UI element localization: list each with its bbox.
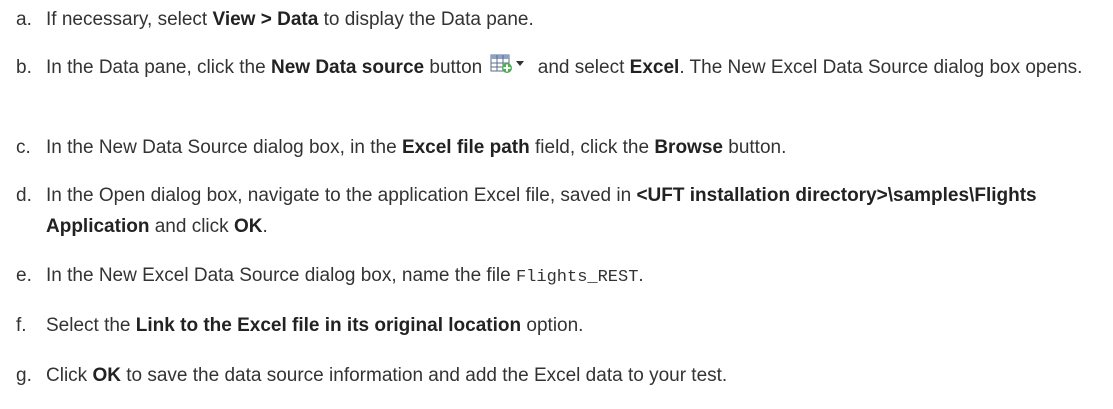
- button-name: New Data source: [270, 57, 425, 78]
- step-marker: d.: [16, 185, 32, 206]
- step-text-segment: In the New Excel Data Source dialog box,…: [46, 265, 516, 286]
- new-data-source-icon: [490, 53, 528, 85]
- step-text-segment: button: [424, 57, 488, 78]
- step-text-segment: In the Open dialog box, navigate to the …: [46, 185, 637, 206]
- step-text: In the New Data Source dialog box, in th…: [46, 132, 1106, 163]
- option-name: Link to the Excel file in its original l…: [135, 315, 522, 336]
- step-text-segment: field, click the: [529, 137, 655, 158]
- step-text: Select the Link to the Excel file in its…: [46, 310, 1106, 341]
- step-text-segment: If necessary, select: [46, 9, 213, 30]
- step-text-segment: to display the Data pane.: [318, 9, 534, 30]
- step-marker: g.: [16, 365, 32, 386]
- step-text-segment: In the Data pane, click the: [46, 57, 271, 78]
- step-text-segment: and click: [149, 216, 234, 237]
- step-text-segment: . The New Excel Data Source dialog box o…: [679, 57, 1083, 78]
- step-text-segment: In the New Data Source dialog box, in th…: [46, 137, 402, 158]
- button-name: Browse: [654, 137, 723, 158]
- step-text: In the New Excel Data Source dialog box,…: [46, 260, 1106, 293]
- button-name: OK: [233, 216, 263, 237]
- step-text-segment: Select the: [46, 315, 136, 336]
- menu-path: View > Data: [212, 9, 319, 30]
- step-marker: c.: [16, 137, 31, 158]
- file-name-code: Flights_REST: [515, 268, 639, 287]
- step-marker: a.: [16, 9, 32, 30]
- step-text-segment: option.: [521, 315, 584, 336]
- step-text: In the Open dialog box, navigate to the …: [46, 180, 1106, 242]
- step-text: If necessary, select View > Data to disp…: [46, 4, 1106, 35]
- step-marker: f.: [16, 315, 27, 336]
- step-marker: e.: [16, 265, 32, 286]
- step-text-segment: .: [262, 216, 268, 237]
- step-text-segment: and select: [532, 57, 630, 78]
- step-text: In the Data pane, click the New Data sou…: [46, 52, 1106, 85]
- option-name: Excel: [629, 57, 680, 78]
- step-text-segment: .: [638, 265, 644, 286]
- field-name: Excel file path: [401, 137, 530, 158]
- step-text-segment: Click: [46, 365, 93, 386]
- step-text-segment: button.: [722, 137, 787, 158]
- step-text-segment: to save the data source information and …: [120, 365, 728, 386]
- button-name: OK: [92, 365, 121, 386]
- step-marker: b.: [16, 57, 32, 78]
- step-text: Click OK to save the data source informa…: [46, 360, 1106, 391]
